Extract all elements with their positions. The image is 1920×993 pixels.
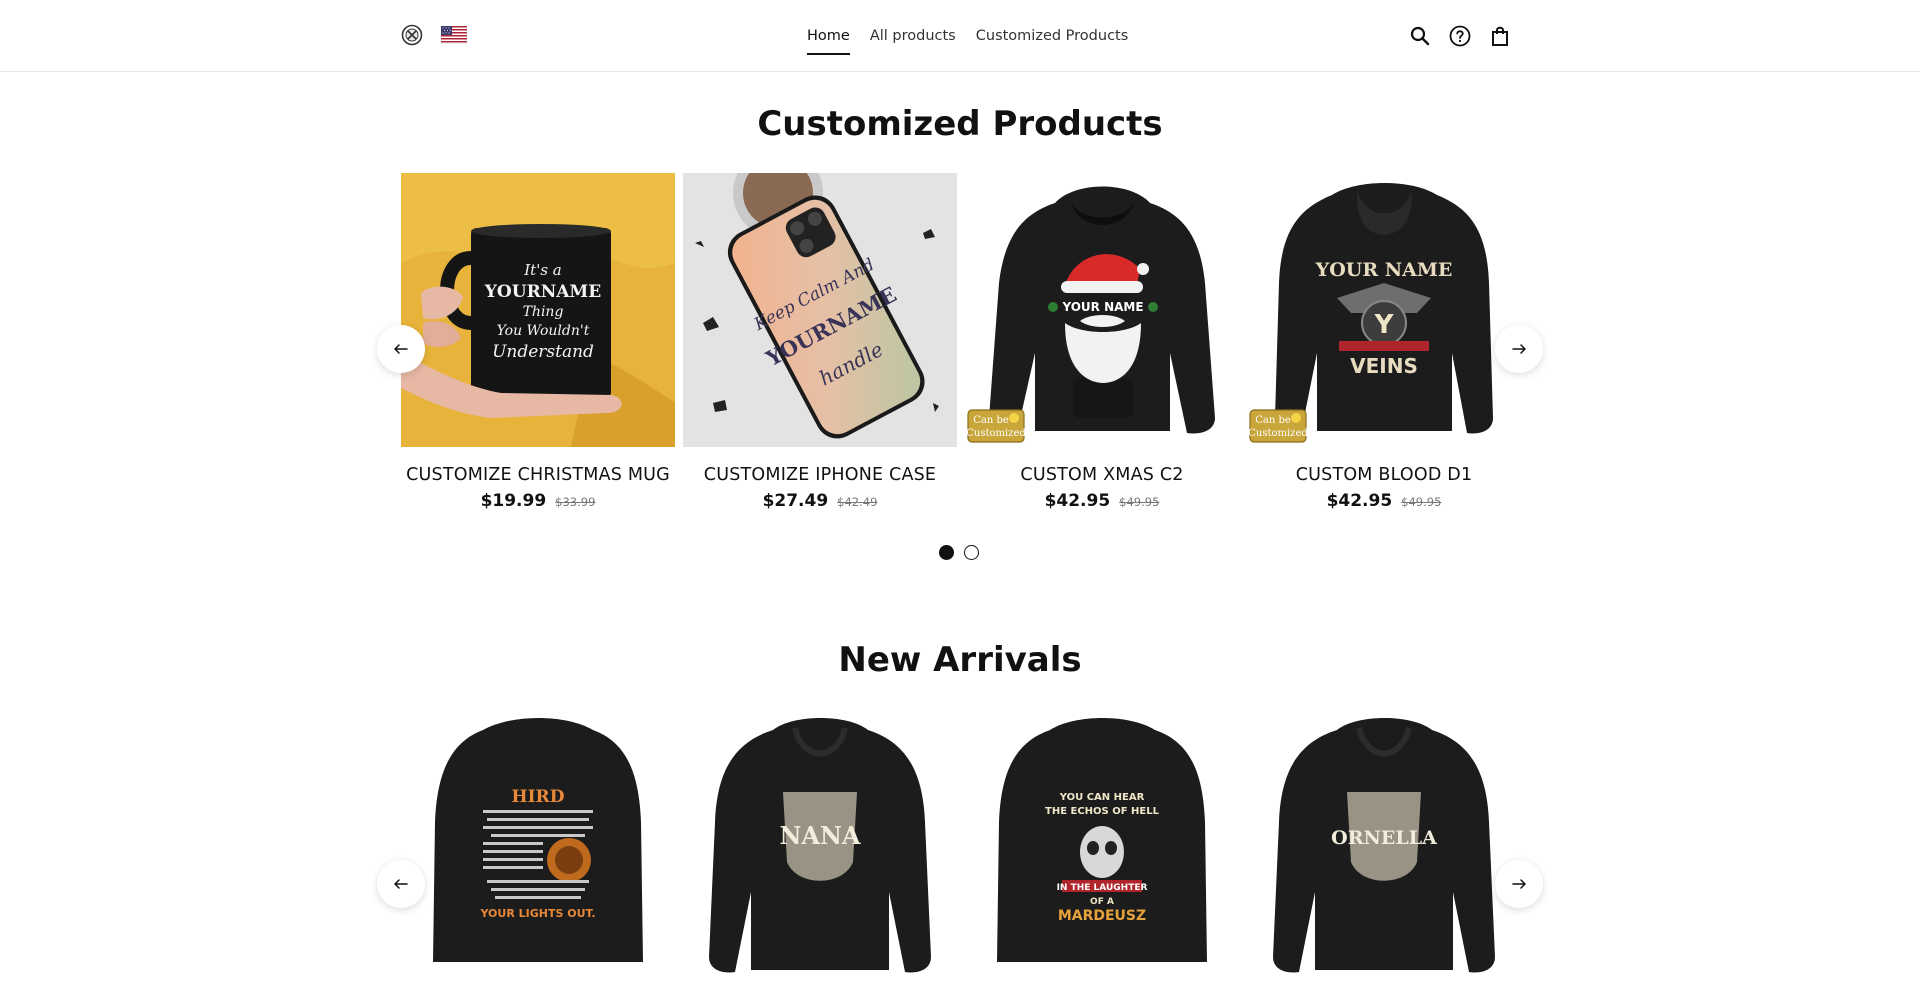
nav-home[interactable]: Home xyxy=(807,0,850,72)
customized-section-title: Customized Products xyxy=(757,104,1163,144)
arrow-right-icon xyxy=(1512,344,1526,354)
hoodie-print-line: IN THE LAUGHTER xyxy=(1057,883,1148,893)
hoodie-print-line: YOUR NAME xyxy=(1315,259,1453,281)
customized-carousel: It's a YOURNAME Thing You Wouldn't Under… xyxy=(401,173,1521,511)
main-nav: Home All products Customized Products xyxy=(807,0,1128,72)
nav-customized-products[interactable]: Customized Products xyxy=(976,0,1129,72)
product-old-price: $33.99 xyxy=(555,495,596,509)
product-card[interactable]: Keep Calm And YOURNAME handle CUSTOMIZE … xyxy=(683,173,957,511)
arrow-right-icon xyxy=(1512,879,1526,889)
arrivals-prev-button[interactable] xyxy=(377,860,425,908)
product-image[interactable]: It's a YOURNAME Thing You Wouldn't Under… xyxy=(401,173,675,447)
arrow-left-icon xyxy=(394,344,408,354)
product-image[interactable]: YOUR NAME Y VEINS Can be Customized xyxy=(1247,173,1521,447)
badge-line: Customized xyxy=(967,428,1025,439)
arrivals-next-button[interactable] xyxy=(1495,860,1543,908)
hoodie-print-line: NANA xyxy=(779,821,860,850)
us-flag-icon[interactable] xyxy=(441,26,467,44)
customized-prev-button[interactable] xyxy=(377,325,425,373)
badge-line: Customized xyxy=(1249,428,1307,439)
product-card[interactable]: It's a YOURNAME Thing You Wouldn't Under… xyxy=(401,173,675,511)
hoodie-print-line: THE ECHOS OF HELL xyxy=(1045,806,1160,817)
arrow-left-icon xyxy=(394,879,408,889)
hoodie-print-line: YOUR LIGHTS OUT. xyxy=(479,907,595,920)
nav-all-products[interactable]: All products xyxy=(870,0,956,72)
new-arrivals-title: New Arrivals xyxy=(838,640,1082,680)
hoodie-print-line: OF A xyxy=(1090,897,1114,907)
product-old-price: $49.95 xyxy=(1401,495,1442,509)
header-left xyxy=(401,24,467,46)
search-icon[interactable] xyxy=(1408,24,1432,48)
badge-line: Can be xyxy=(973,415,1009,426)
customized-next-button[interactable] xyxy=(1495,325,1543,373)
header-right xyxy=(1408,24,1512,48)
pagination-dot-1[interactable] xyxy=(939,545,954,560)
product-image[interactable]: HIRD YOUR LIGHTS OUT. xyxy=(401,712,675,986)
product-card[interactable]: YOU CAN HEAR THE ECHOS OF HELL IN THE LA… xyxy=(965,712,1239,986)
product-price: $27.49 xyxy=(762,491,829,511)
carousel-pagination xyxy=(939,545,979,560)
product-image[interactable]: YOUR NAME Can be Customized xyxy=(965,173,1239,447)
product-card[interactable]: ORNELLA xyxy=(1247,712,1521,986)
hoodie-print-line: VEINS xyxy=(1350,354,1418,378)
hoodie-print-line: YOUR NAME xyxy=(1061,300,1143,314)
product-name[interactable]: CUSTOM XMAS C2 xyxy=(965,465,1239,485)
badge-line: Can be xyxy=(1255,415,1291,426)
product-image[interactable]: Keep Calm And YOURNAME handle xyxy=(683,173,957,447)
mug-print-line: YOURNAME xyxy=(484,282,601,302)
can-be-customized-badge: Can be Customized xyxy=(967,409,1025,443)
price-row: $42.95 $49.95 xyxy=(1247,491,1521,511)
new-arrivals-carousel: HIRD YOUR LIGHTS OUT. NANA YOU CAN HEAR … xyxy=(401,712,1521,986)
mug-print-line: Understand xyxy=(492,342,594,362)
hoodie-print-line: YOU CAN HEAR xyxy=(1059,792,1145,803)
product-price: $42.95 xyxy=(1326,491,1393,511)
product-card[interactable]: HIRD YOUR LIGHTS OUT. xyxy=(401,712,675,986)
product-name[interactable]: CUSTOMIZE CHRISTMAS MUG xyxy=(401,465,675,485)
product-card[interactable]: YOUR NAME Can be Customized CUSTOM XMAS … xyxy=(965,173,1239,511)
logo-icon[interactable] xyxy=(401,24,423,46)
hoodie-print-line: HIRD xyxy=(512,787,565,807)
help-icon[interactable] xyxy=(1448,24,1472,48)
hoodie-print-line: Y xyxy=(1374,310,1395,340)
site-header: Home All products Customized Products xyxy=(0,0,1920,72)
product-name[interactable]: CUSTOM BLOOD D1 xyxy=(1247,465,1521,485)
product-old-price: $49.95 xyxy=(1119,495,1160,509)
price-row: $27.49 $42.49 xyxy=(683,491,957,511)
product-image[interactable]: NANA xyxy=(683,712,957,986)
product-price: $42.95 xyxy=(1044,491,1111,511)
hoodie-print-line: MARDEUSZ xyxy=(1058,908,1146,924)
product-old-price: $42.49 xyxy=(837,495,878,509)
mug-print-line: You Wouldn't xyxy=(497,323,590,339)
hoodie-print-line: ORNELLA xyxy=(1331,827,1437,849)
shopping-bag-icon[interactable] xyxy=(1488,24,1512,48)
price-row: $42.95 $49.95 xyxy=(965,491,1239,511)
product-name[interactable]: CUSTOMIZE IPHONE CASE xyxy=(683,465,957,485)
product-card[interactable]: YOUR NAME Y VEINS Can be Customized CUST… xyxy=(1247,173,1521,511)
mug-print-line: It's a xyxy=(523,261,562,279)
product-image[interactable]: YOU CAN HEAR THE ECHOS OF HELL IN THE LA… xyxy=(965,712,1239,986)
pagination-dot-2[interactable] xyxy=(964,545,979,560)
product-image[interactable]: ORNELLA xyxy=(1247,712,1521,986)
price-row: $19.99 $33.99 xyxy=(401,491,675,511)
product-card[interactable]: NANA xyxy=(683,712,957,986)
can-be-customized-badge: Can be Customized xyxy=(1249,409,1307,443)
mug-print-line: Thing xyxy=(523,304,564,320)
product-price: $19.99 xyxy=(480,491,547,511)
